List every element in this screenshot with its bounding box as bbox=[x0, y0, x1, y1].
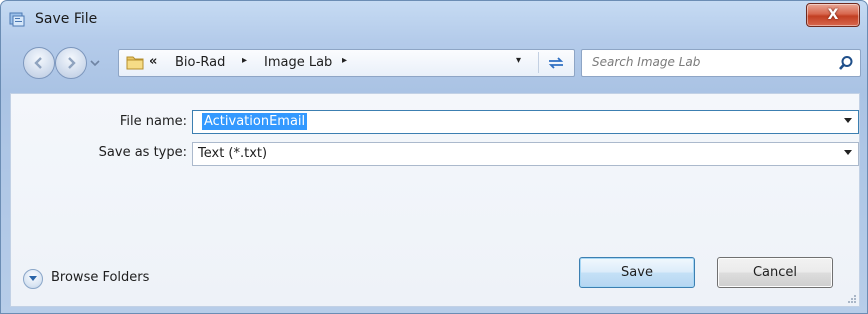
save-as-type-select[interactable]: Text (*.txt) bbox=[192, 142, 859, 166]
file-name-label: File name: bbox=[119, 114, 187, 129]
close-icon: X bbox=[827, 7, 839, 23]
address-bar[interactable]: « Bio-Rad ▸ Image Lab ▸ ▾ bbox=[118, 49, 575, 77]
save-button[interactable]: Save bbox=[579, 257, 695, 288]
search-input[interactable] bbox=[582, 50, 830, 74]
dialog-body: File name: ActivationEmail Save as type:… bbox=[10, 93, 860, 307]
breadcrumb-separator-icon[interactable]: ▸ bbox=[242, 55, 247, 66]
save-as-type-value: Text (*.txt) bbox=[198, 146, 268, 161]
save-file-dialog: Save File X « Bio-Rad ▸ Image Lab ▸ ▾ Se… bbox=[0, 0, 868, 314]
breadcrumb-separator-icon[interactable]: ▸ bbox=[342, 55, 347, 66]
breadcrumb-bio-rad[interactable]: Bio-Rad bbox=[175, 55, 225, 70]
cancel-button[interactable]: Cancel bbox=[717, 257, 833, 288]
close-button[interactable]: X bbox=[806, 3, 860, 27]
folder-icon bbox=[126, 56, 144, 70]
browse-folders-label[interactable]: Browse Folders bbox=[51, 270, 149, 285]
back-arrow-icon bbox=[34, 57, 42, 69]
forward-arrow-icon bbox=[68, 57, 76, 69]
search-box[interactable] bbox=[581, 49, 861, 77]
chevron-down-icon[interactable] bbox=[844, 150, 852, 155]
search-icon[interactable] bbox=[838, 55, 854, 71]
window-title: Save File bbox=[35, 11, 98, 27]
file-name-field[interactable]: ActivationEmail bbox=[192, 110, 859, 134]
resize-grip-icon[interactable] bbox=[847, 294, 857, 304]
address-dropdown-icon[interactable]: ▾ bbox=[516, 55, 521, 66]
expand-circle-icon[interactable] bbox=[23, 269, 43, 289]
title-bar[interactable]: Save File X bbox=[1, 1, 867, 37]
breadcrumb-overflow-icon[interactable]: « bbox=[149, 54, 157, 69]
back-button[interactable] bbox=[23, 47, 55, 79]
forward-button[interactable] bbox=[55, 47, 87, 79]
app-icon bbox=[9, 12, 25, 27]
recent-pages-chevron-icon[interactable] bbox=[89, 57, 101, 69]
refresh-button[interactable] bbox=[538, 52, 573, 73]
breadcrumb-image-lab[interactable]: Image Lab bbox=[264, 55, 332, 70]
refresh-icon bbox=[548, 57, 564, 69]
file-name-value[interactable]: ActivationEmail bbox=[202, 113, 308, 130]
chevron-down-icon[interactable] bbox=[844, 118, 852, 123]
save-as-type-label: Save as type: bbox=[98, 145, 187, 160]
